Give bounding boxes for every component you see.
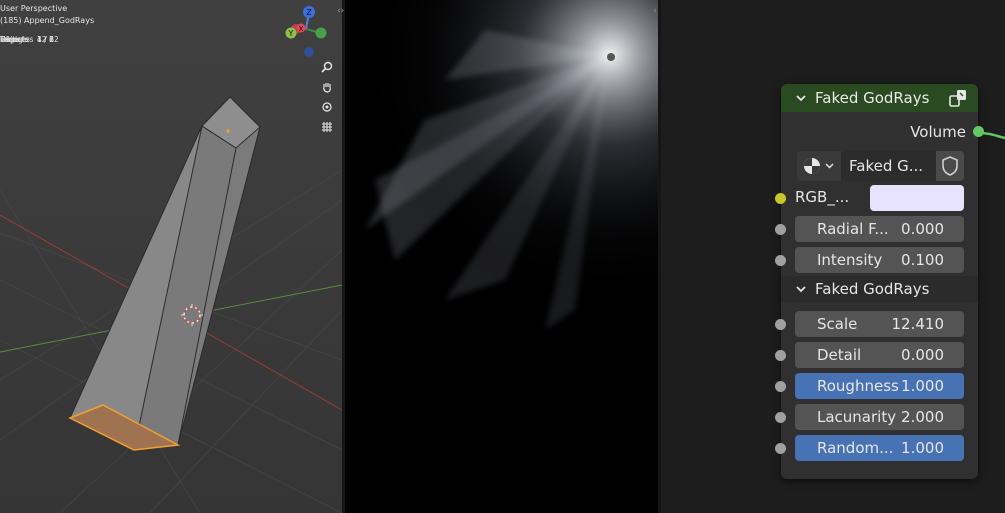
navigation-gizmo[interactable]: Z Y X [282,4,334,60]
field-value: 0.100 [901,251,944,269]
gizmo-x-label: X [299,25,304,33]
input-socket[interactable] [775,255,786,266]
hand-pan-icon[interactable] [318,78,336,96]
input-socket[interactable] [775,443,786,454]
radial-input-row: Radial F... 0.000 [775,216,978,242]
gizmo-z-neg-icon[interactable] [304,47,314,57]
volume-socket[interactable] [973,126,984,137]
node-editor[interactable]: Faked GodRays Volume Faked G... RGB_... … [661,0,1005,513]
node-header[interactable]: Faked GodRays [781,84,978,112]
node-group-selector[interactable]: Faked G... [797,151,964,181]
gizmo-y-label: Y [288,29,294,38]
field-value: 2.000 [901,408,944,426]
camera-orbit-icon[interactable] [318,98,336,116]
volume-output-label: Volume [910,123,966,141]
chevron-down-icon[interactable] [795,283,807,295]
field-value: 1.000 [901,377,944,395]
node-group-icon[interactable] [948,88,968,108]
randomness-input-row: Random... 1.000 [775,435,978,461]
volume-output: Volume [781,112,984,152]
stat-label: Triangles [0,35,34,44]
faked-godrays-node[interactable]: Faked GodRays Volume Faked G... RGB_... … [775,84,984,479]
field-value: 12.410 [891,315,945,333]
intensity-input-row: Intensity 0.100 [775,247,978,273]
scale-field[interactable]: Scale 12.410 [795,311,964,337]
render-preview [345,0,658,513]
field-value: 1.000 [901,439,944,457]
fake-user-button[interactable] [936,151,964,181]
input-socket[interactable] [775,381,786,392]
node-tree-browse-button[interactable] [797,151,841,181]
node-tree-icon [804,158,834,174]
zoom-icon[interactable] [318,58,336,76]
randomness-field[interactable]: Random... 1.000 [795,435,964,461]
panel-title: Faked GodRays [815,280,930,298]
stat-value: 12 [37,35,47,44]
detail-input-row: Detail 0.000 [775,342,978,368]
active-object-name: (185) Append_GodRays [0,16,95,25]
field-label: Intensity [817,251,883,269]
field-label: Scale [817,315,858,333]
viewport-scene[interactable] [0,0,342,513]
shield-icon [942,156,958,176]
rgb-socket[interactable] [775,193,786,204]
rgb-label: RGB_... [795,188,850,206]
field-label: Roughness [817,377,899,395]
input-socket[interactable] [775,224,786,235]
field-value: 0.000 [901,346,944,364]
field-label: Radial F... [817,220,889,238]
godrays-render [345,0,658,513]
panel-header[interactable]: Faked GodRays [781,276,978,302]
gizmo-y-neg-icon[interactable] [315,27,327,39]
input-socket[interactable] [775,350,786,361]
input-socket[interactable] [775,319,786,330]
intensity-field[interactable]: Intensity 0.100 [795,247,964,273]
lacunarity-field[interactable]: Lacunarity 2.000 [795,404,964,430]
3d-viewport[interactable]: User Perspective (185) Append_GodRays Ob… [0,0,342,513]
field-label: Lacunarity [817,408,897,426]
collapse-arrow-icon[interactable]: ‹ [653,6,657,16]
detail-field[interactable]: Detail 0.000 [795,342,964,368]
node-group-name[interactable]: Faked G... [841,151,936,181]
roughness-field[interactable]: Roughness 1.000 [795,373,964,399]
grid-view-icon[interactable] [318,118,336,136]
lacunarity-input-row: Lacunarity 2.000 [775,404,978,430]
roughness-input-row: Roughness 1.000 [775,373,978,399]
view-title: User Perspective [0,4,68,13]
field-value: 0.000 [901,220,944,238]
collapse-arrow-icon[interactable]: ‹› [337,6,344,16]
radial-falloff-field[interactable]: Radial F... 0.000 [795,216,964,242]
stat-row: Triangles 12 [0,35,197,46]
rgb-input-row: RGB_... [775,185,978,211]
rgb-color-swatch[interactable] [870,185,964,211]
field-label: Random... [817,439,894,457]
field-label: Detail [817,346,862,364]
node-title: Faked GodRays [815,89,930,107]
gizmo-z-label: Z [306,8,312,17]
chevron-down-icon[interactable] [795,92,807,104]
input-socket[interactable] [775,412,786,423]
scale-input-row: Scale 12.410 [775,311,978,337]
